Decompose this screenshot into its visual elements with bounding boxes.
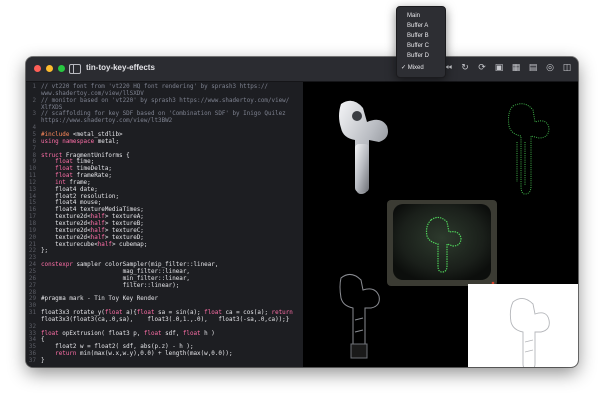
minimize-window-icon[interactable] xyxy=(46,65,53,72)
crt-monitor-render xyxy=(387,200,497,286)
menu-item-mixed[interactable]: ✓ Mixed xyxy=(397,63,445,73)
record-icon[interactable]: ◎ xyxy=(545,62,555,74)
grid-icon[interactable]: ▦ xyxy=(511,62,521,74)
buffer-dropdown-menu[interactable]: Main Buffer A Buffer B Buffer C Buffer D… xyxy=(396,6,446,78)
toolbar: ❙❙ ⏮ ↻ ⟳ ▣ ▦ ▤ ◎ ◫ xyxy=(426,62,572,74)
wireframe-key-render xyxy=(339,274,380,359)
shader-preview[interactable] xyxy=(303,82,578,367)
line-number: 37 xyxy=(28,358,36,364)
film-icon[interactable]: ▤ xyxy=(528,62,538,74)
window-title: tin-toy-key-effects xyxy=(86,63,155,72)
close-window-icon[interactable] xyxy=(34,65,41,72)
menu-item-buffer-b[interactable]: Buffer B xyxy=(397,31,445,41)
sidebar-toggle-icon[interactable] xyxy=(69,64,81,74)
metal-key-render xyxy=(339,100,388,194)
code-token: } xyxy=(41,358,45,364)
code-line: 37} xyxy=(26,357,303,365)
menu-item-buffer-c[interactable]: Buffer C xyxy=(397,41,445,51)
app-window: tin-toy-key-effects ❙❙ ⏮ ↻ ⟳ ▣ ▦ ▤ ◎ ◫ 1… xyxy=(26,57,578,367)
zoom-window-icon[interactable] xyxy=(58,65,65,72)
reload-icon[interactable]: ↻ xyxy=(460,62,470,74)
green-ascii-key-render xyxy=(508,103,550,195)
menu-item-buffer-d[interactable]: Buffer D xyxy=(397,51,445,61)
title-bar: tin-toy-key-effects ❙❙ ⏮ ↻ ⟳ ▣ ▦ ▤ ◎ ◫ xyxy=(26,57,578,82)
refresh-icon[interactable]: ⟳ xyxy=(477,62,487,74)
menu-item-buffer-a[interactable]: Buffer A xyxy=(397,21,445,31)
preview-canvas xyxy=(339,100,578,367)
menu-item-main[interactable]: Main xyxy=(397,11,445,21)
sidebar-right-icon[interactable]: ◫ xyxy=(562,62,572,74)
traffic-lights xyxy=(34,65,65,72)
camera-icon[interactable]: ▣ xyxy=(494,62,504,74)
code-editor[interactable]: 1// vt220 font from 'vt220 HQ font rende… xyxy=(26,82,303,367)
outline-key-render xyxy=(468,284,578,367)
